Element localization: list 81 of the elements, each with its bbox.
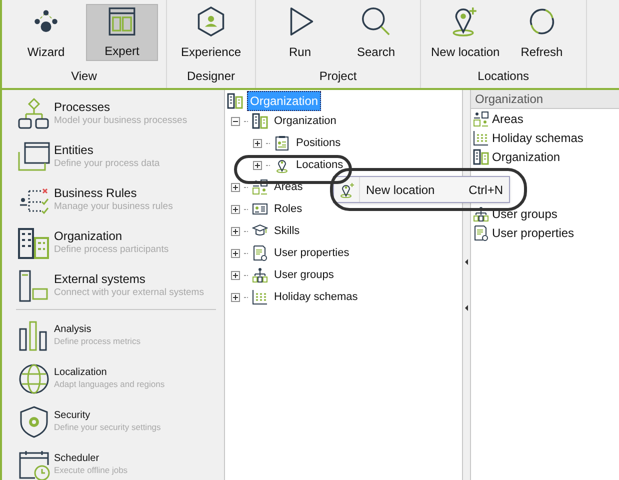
list-item[interactable]: User properties bbox=[492, 224, 574, 242]
expand-icon[interactable] bbox=[231, 292, 240, 302]
tree-item[interactable]: User properties bbox=[272, 244, 352, 262]
group-label: Designer bbox=[186, 68, 236, 85]
sidebar-subtitle: Define your security settings bbox=[54, 422, 161, 434]
sidebar-item[interactable]: Organization Define process participants bbox=[16, 221, 216, 264]
window-icon bbox=[17, 140, 51, 174]
clipboard-icon bbox=[274, 135, 290, 151]
sidebar-title: Security bbox=[54, 410, 92, 422]
buildings-icon bbox=[252, 113, 268, 129]
shortcut-label: Ctrl+N bbox=[468, 182, 503, 198]
toolbar-button[interactable]: Run bbox=[264, 4, 336, 61]
location-pin-icon bbox=[274, 157, 290, 173]
tree-item[interactable]: User groups bbox=[272, 266, 336, 284]
sidebar-subtitle: Connect with your external systems bbox=[54, 287, 204, 299]
calendar-grid-icon bbox=[473, 130, 489, 146]
menu-item-label: New location bbox=[366, 182, 435, 198]
sidebar-item[interactable]: Business Rules Manage your business rules bbox=[16, 178, 216, 221]
flowchart-icon bbox=[17, 96, 51, 130]
location-plus-icon bbox=[338, 182, 354, 198]
toolbar-button[interactable]: Search bbox=[340, 4, 412, 61]
sidebar-title: Processes bbox=[54, 100, 112, 116]
toolbar-button[interactable]: New location bbox=[429, 4, 502, 61]
sidebar-subtitle: Execute offline jobs bbox=[54, 465, 128, 476]
id-card-icon bbox=[252, 201, 268, 217]
expand-icon[interactable] bbox=[231, 226, 240, 236]
toolbar-button[interactable]: Expert bbox=[86, 4, 158, 61]
sidebar-item[interactable]: Entities Define your process data bbox=[16, 135, 216, 178]
sidebar-subtitle: Manage your business rules bbox=[54, 201, 173, 213]
hierarchy-icon bbox=[252, 267, 268, 283]
list-item[interactable]: Organization bbox=[492, 148, 560, 166]
sidebar-subtitle: Model your business processes bbox=[54, 115, 188, 127]
sidebar-title: Entities bbox=[54, 143, 94, 158]
sidebar-item[interactable]: Localization Adapt languages and regions bbox=[16, 357, 216, 400]
expand-icon[interactable] bbox=[231, 182, 240, 192]
toolbar-button[interactable]: Wizard bbox=[10, 4, 82, 61]
sidebar-subtitle: Define process participants bbox=[54, 244, 169, 256]
sidebar-subtitle: Define your process data bbox=[54, 158, 160, 170]
sidebar-title: Organization bbox=[54, 229, 124, 244]
tree-item[interactable]: Positions bbox=[294, 134, 343, 152]
sidebar-item[interactable]: Analysis Define process metrics bbox=[16, 314, 216, 357]
sidebar-title: Business Rules bbox=[54, 186, 138, 202]
tree-item[interactable]: Skills bbox=[272, 222, 302, 240]
group-label: Project bbox=[318, 68, 358, 85]
sidebar-item[interactable]: Security Define your security settings bbox=[16, 400, 216, 443]
sidebar-item[interactable]: Processes Model your business processes bbox=[16, 92, 216, 135]
globe-icon bbox=[17, 362, 51, 396]
areas-icon bbox=[473, 110, 489, 126]
list-item[interactable]: Areas bbox=[492, 110, 524, 128]
expand-icon[interactable] bbox=[253, 138, 262, 148]
tree-item[interactable]: Areas bbox=[272, 178, 305, 196]
sidebar-item[interactable]: Scheduler Execute offline jobs bbox=[16, 443, 216, 480]
tree-item[interactable]: Organization bbox=[272, 112, 338, 130]
expand-icon[interactable] bbox=[231, 204, 240, 214]
areas-icon bbox=[252, 179, 268, 195]
expand-icon[interactable] bbox=[253, 160, 262, 170]
expand-icon[interactable] bbox=[231, 248, 240, 258]
sidebar-title: Localization bbox=[54, 366, 108, 380]
sidebar-subtitle: Adapt languages and regions bbox=[54, 379, 165, 390]
toolbar-button[interactable]: Experience bbox=[175, 4, 247, 61]
expand-icon[interactable] bbox=[231, 270, 240, 280]
sidebar-title: Analysis bbox=[54, 324, 92, 336]
sidebar-title: External systems bbox=[54, 272, 146, 288]
group-label: Locations bbox=[476, 68, 530, 85]
buildings-icon bbox=[227, 93, 243, 109]
sidebar-subtitle: Define process metrics bbox=[54, 336, 140, 348]
calendar-grid-icon bbox=[252, 289, 268, 305]
buildings-icon bbox=[17, 226, 51, 260]
tree-item[interactable]: Holiday schemas bbox=[272, 288, 360, 306]
devices-icon bbox=[17, 268, 51, 302]
collapse-icon[interactable] bbox=[231, 116, 240, 126]
panel-header: Organization bbox=[471, 90, 619, 109]
group-label: View bbox=[70, 68, 98, 85]
sidebar-item[interactable]: External systems Connect with your external systems bbox=[16, 264, 216, 307]
hierarchy-icon bbox=[473, 206, 489, 222]
list-item[interactable]: User groups bbox=[492, 204, 558, 222]
buildings-icon bbox=[473, 148, 489, 164]
toolbar-button[interactable]: Refresh bbox=[506, 4, 578, 61]
list-item[interactable]: Holiday schemas bbox=[492, 128, 584, 146]
tree-item[interactable]: Roles bbox=[272, 200, 304, 218]
sidebar-title: Scheduler bbox=[54, 452, 100, 466]
